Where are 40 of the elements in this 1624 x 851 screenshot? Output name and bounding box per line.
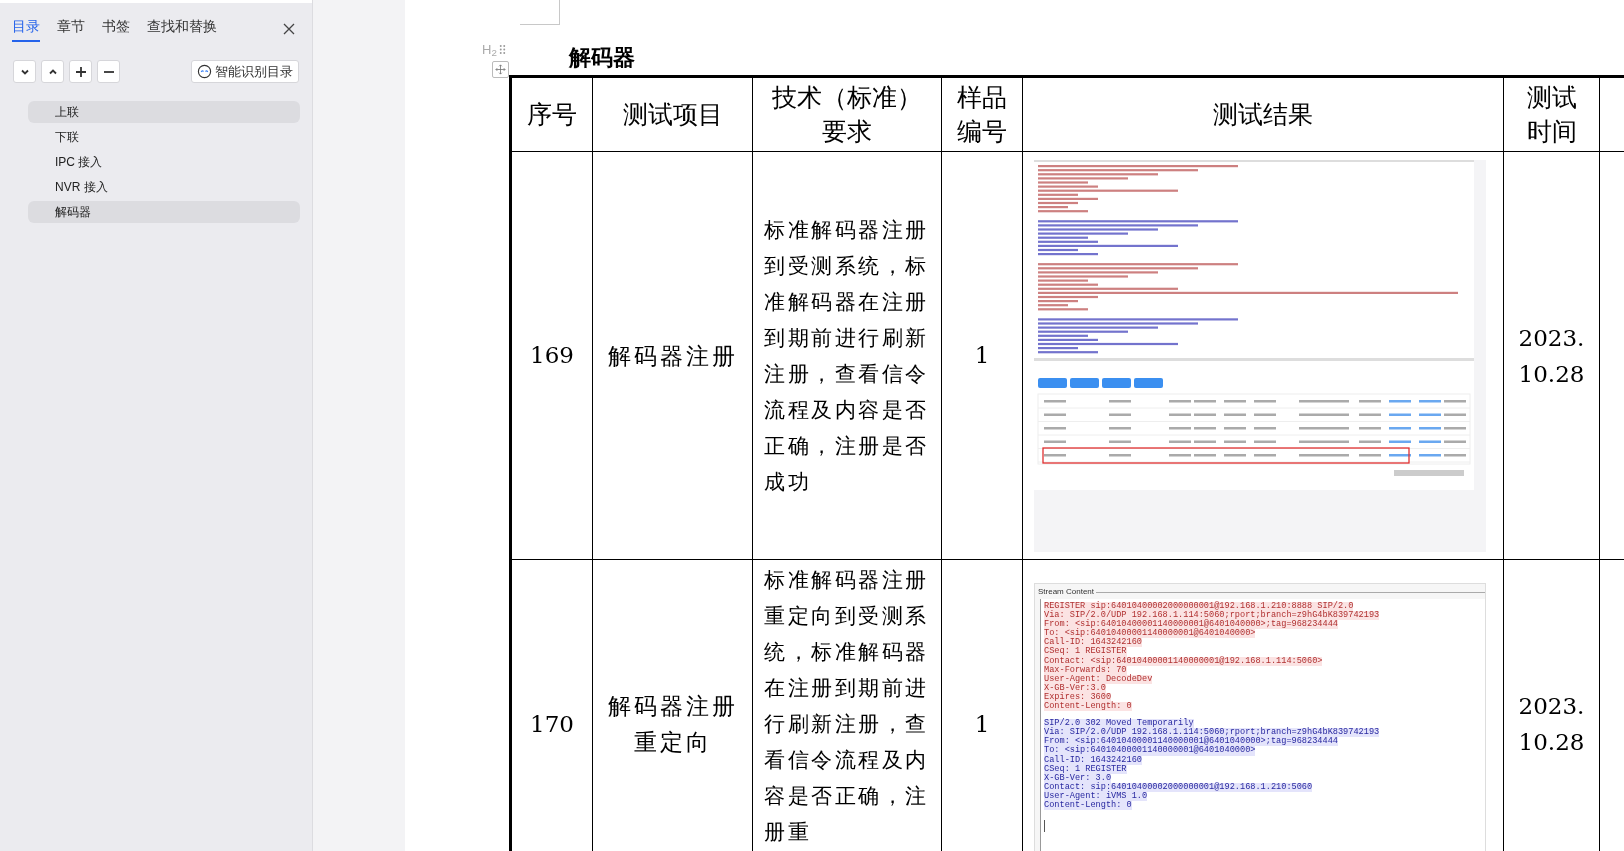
add-button[interactable] — [69, 60, 92, 83]
requirement-text: 标准解码器注册到受测系统，标准解码器在注册到期前进行刷新注册，查看信令流程及内容是否正确，注册是否成功 — [764, 216, 929, 496]
remove-button[interactable] — [97, 60, 120, 83]
test-item: 解码器注册 — [607, 342, 738, 369]
sidebar-tab[interactable]: 目录 — [12, 16, 40, 42]
row-number: 170 — [530, 710, 574, 737]
move-table-icon[interactable] — [492, 60, 509, 78]
column-header: 测试时间 — [1526, 82, 1577, 146]
drag-handle-icon[interactable] — [498, 44, 506, 56]
collapse-up-button[interactable] — [41, 60, 64, 83]
column-header: 测试结果 — [1213, 99, 1313, 129]
test-date: 2023.10.28 — [1517, 692, 1586, 757]
section-heading: 解码器 — [569, 43, 636, 71]
smart-detect-button[interactable]: 智能识别目录 — [191, 60, 299, 83]
outline-item[interactable]: 解码器 — [28, 201, 300, 223]
row-number: 169 — [530, 342, 574, 369]
column-header: 样品编号 — [957, 82, 1007, 146]
sidebar-tab[interactable]: 书签 — [102, 16, 130, 42]
heading-level-marker: H$_{2}$ — [482, 41, 497, 60]
test-item: 解码器注册重定向 — [607, 693, 738, 755]
expand-down-button[interactable] — [13, 60, 36, 83]
outline-item[interactable]: 下联 — [28, 126, 300, 148]
sidebar-tab[interactable]: 章节 — [57, 16, 85, 42]
column-header: 序号 — [527, 99, 577, 129]
close-icon[interactable] — [282, 22, 296, 36]
column-header: 测试项目 — [622, 99, 723, 129]
page-corner-mark — [520, 0, 560, 25]
column-header: 技术（标准）要求 — [772, 82, 922, 146]
text-caret — [1044, 820, 1045, 833]
outline-item[interactable]: IPC 接入 — [28, 151, 300, 173]
outline-item[interactable]: 上联 — [28, 101, 300, 123]
face-icon — [197, 64, 212, 79]
sample-number: 1 — [974, 710, 990, 737]
sidebar-tab[interactable]: 查找和替换 — [147, 16, 217, 42]
sample-number: 1 — [974, 342, 990, 369]
requirement-text: 标准解码器注册重定向到受测系统，标准解码器在注册到期前进行刷新注册，查看信令流程及内容是否正确，注册重 — [764, 567, 929, 846]
test-date: 2023.10.28 — [1517, 323, 1586, 389]
panel-title: Stream Content — [1038, 586, 1095, 598]
outline-item[interactable]: NVR 接入 — [28, 176, 300, 198]
plus-icon — [74, 65, 87, 78]
